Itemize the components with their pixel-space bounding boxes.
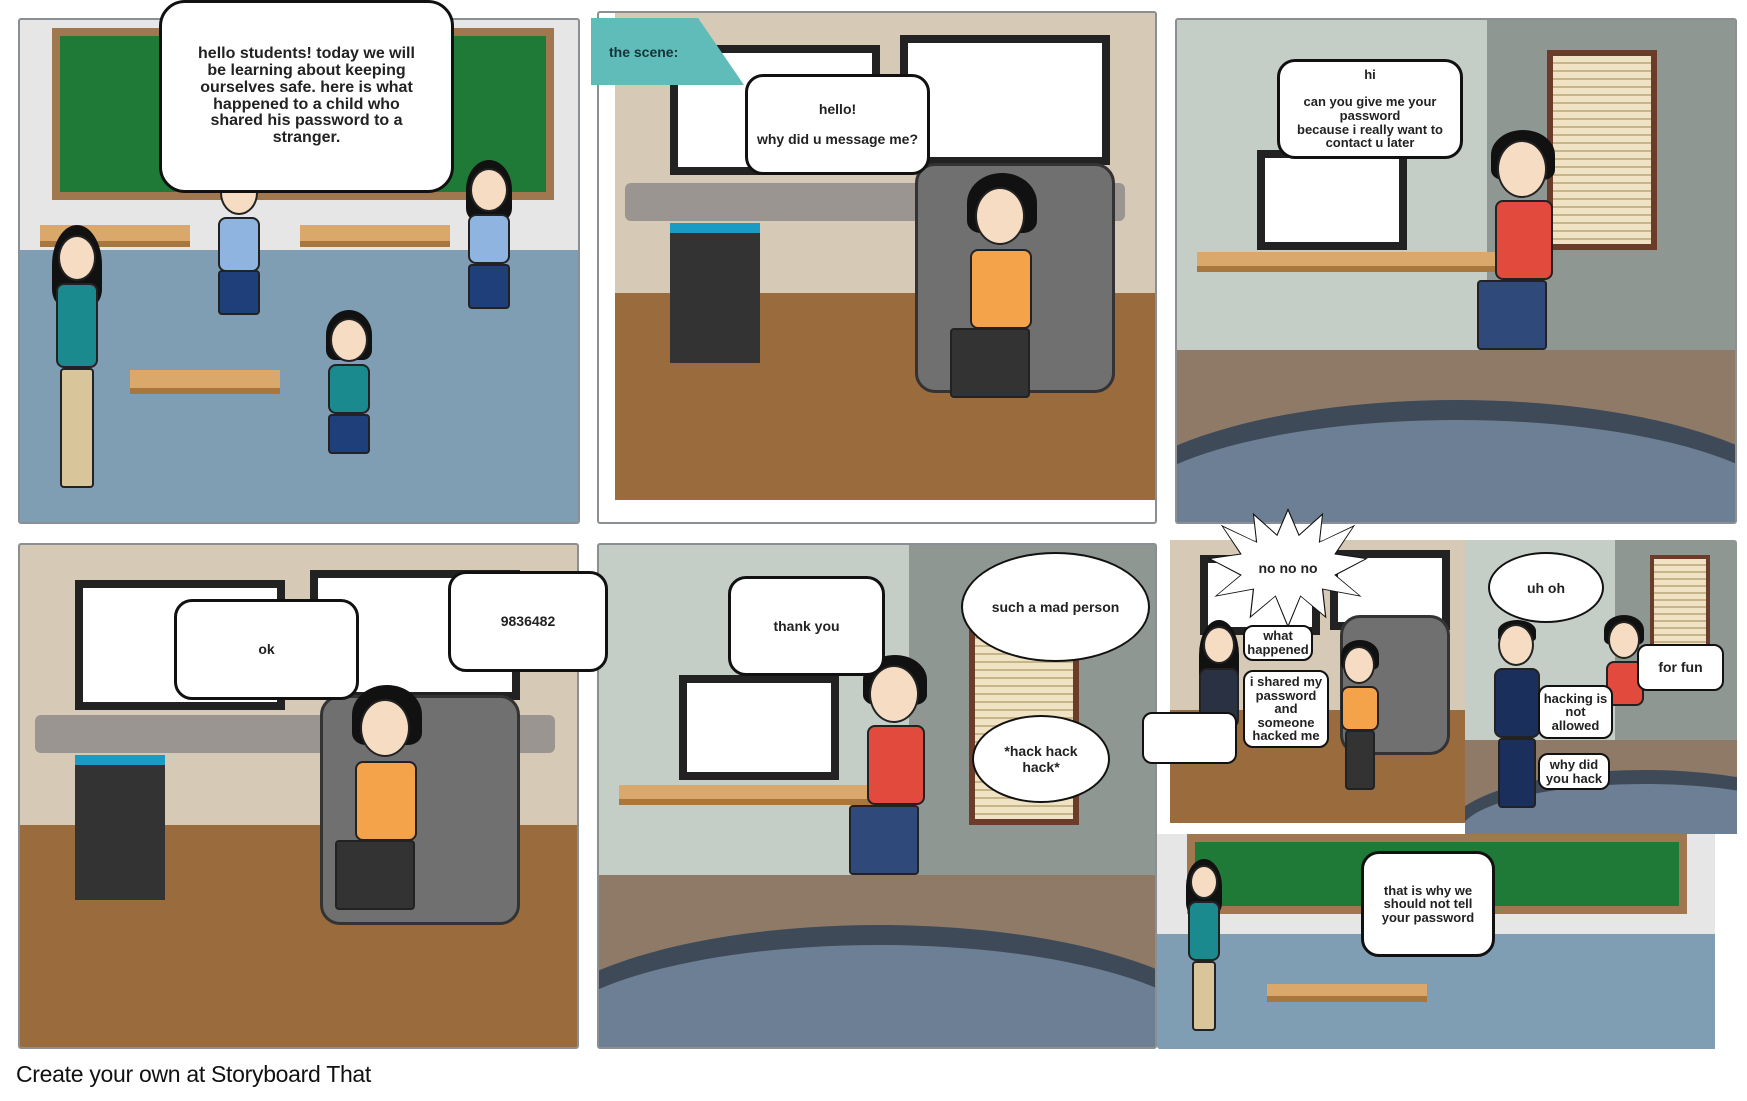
computer-tower bbox=[75, 755, 165, 900]
monitor bbox=[679, 675, 839, 780]
boy-character bbox=[1477, 130, 1577, 360]
computer-tower bbox=[670, 223, 760, 363]
desk bbox=[130, 370, 280, 394]
speech-bubble: hacking is not allowed bbox=[1538, 685, 1613, 739]
speech-bubble: that is why we should not tell your pass… bbox=[1361, 851, 1495, 957]
boy-character bbox=[330, 685, 440, 945]
caption-text: the scene: bbox=[609, 44, 679, 60]
panel-6-composite bbox=[1157, 540, 1737, 1049]
speech-bubble: why did you hack bbox=[1538, 753, 1610, 790]
boy-character bbox=[1335, 640, 1385, 810]
speech-bubble: hello! why did u message me? bbox=[745, 74, 930, 175]
teacher-character bbox=[42, 225, 112, 515]
monitor bbox=[1257, 150, 1407, 250]
thought-bubble: *hack hack hack* bbox=[974, 717, 1108, 801]
police-officer-character bbox=[1490, 620, 1545, 820]
speech-bubble: thank you bbox=[728, 576, 885, 676]
desk bbox=[1197, 252, 1497, 272]
speech-bubble: ok bbox=[174, 599, 359, 700]
girl-character bbox=[1195, 620, 1245, 800]
thought-bubble: such a mad person bbox=[963, 554, 1148, 660]
monitor bbox=[900, 35, 1110, 165]
speech-bubble-empty bbox=[1142, 712, 1237, 764]
speech-bubble: i shared my password and someone hacked … bbox=[1243, 670, 1329, 748]
speech-bubble: hi can you give me your password because… bbox=[1277, 59, 1463, 159]
speech-bubble: 9836482 bbox=[448, 571, 608, 672]
student-character bbox=[320, 310, 380, 480]
desk bbox=[1267, 984, 1427, 1002]
student-character bbox=[460, 160, 520, 330]
speech-bubble: hello students! today we will be learnin… bbox=[159, 0, 454, 193]
burst-text: no no no bbox=[1258, 560, 1318, 576]
teacher-character bbox=[1182, 859, 1227, 1039]
desk bbox=[300, 225, 450, 247]
footer-link[interactable]: Create your own at Storyboard That bbox=[16, 1061, 371, 1087]
thought-bubble: uh oh bbox=[1490, 554, 1602, 621]
speech-bubble: for fun bbox=[1637, 644, 1724, 691]
speech-bubble: what happened bbox=[1243, 625, 1313, 661]
boy-character bbox=[945, 173, 1055, 433]
boy-character bbox=[849, 655, 949, 885]
